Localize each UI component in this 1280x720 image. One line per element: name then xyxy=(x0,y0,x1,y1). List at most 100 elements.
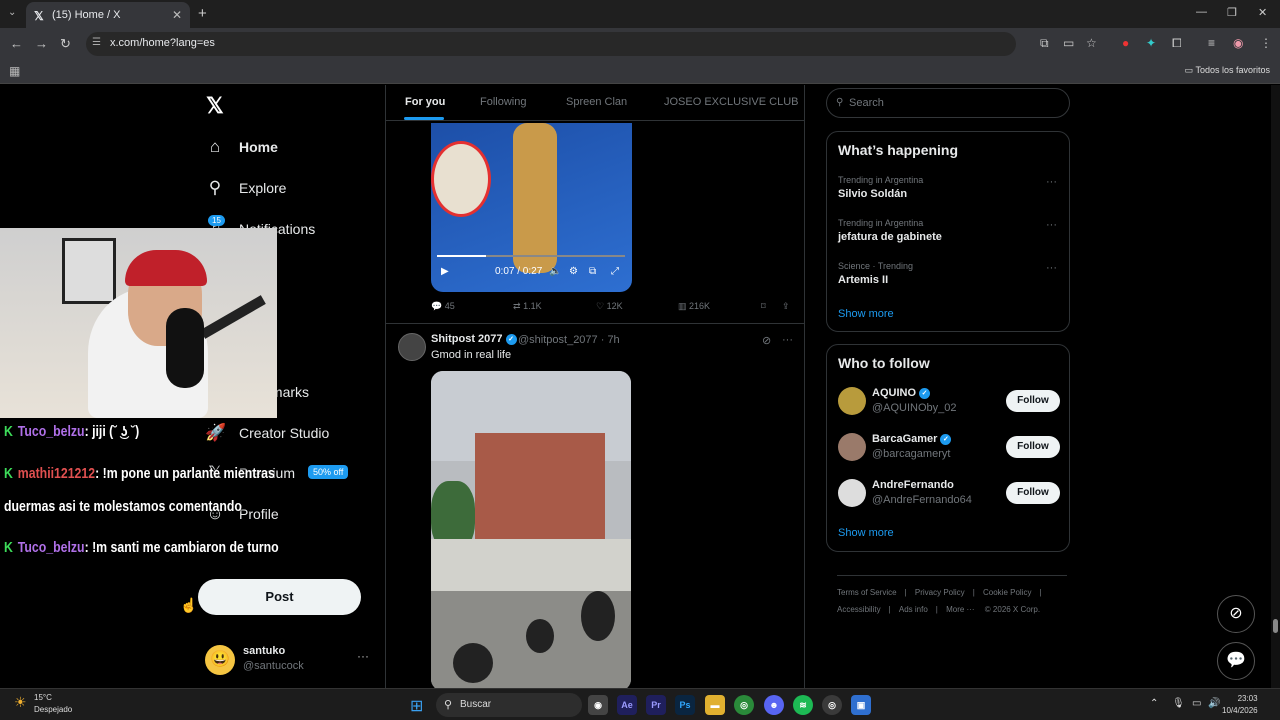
footer-link[interactable]: More ··· xyxy=(946,605,974,614)
tab-search-icon[interactable]: ⌄ xyxy=(8,7,16,18)
footer-link[interactable]: Ads info xyxy=(899,605,928,614)
video-player[interactable] xyxy=(431,371,631,688)
close-tab-icon[interactable]: ✕ xyxy=(172,8,182,22)
restore-icon[interactable]: ❐ xyxy=(1227,6,1237,19)
media-icon[interactable]: ≡ xyxy=(1208,36,1215,50)
pip-icon[interactable]: ⧉ xyxy=(589,266,596,277)
grok-icon[interactable]: ⊘ xyxy=(1217,595,1255,633)
post-author-name[interactable]: Shitpost 2077 ✓ xyxy=(431,333,517,345)
post-button[interactable]: Post xyxy=(198,579,361,615)
trend-title: Silvio Soldán xyxy=(838,188,908,200)
bookmark-icon[interactable]: ⌑ xyxy=(761,301,766,312)
search-input[interactable]: ⚲ Search xyxy=(826,88,1070,118)
browser-tab[interactable]: 𝕏 (15) Home / X ✕ xyxy=(26,2,190,28)
play-icon[interactable]: ▶ xyxy=(441,266,449,277)
trend-item[interactable]: Trending in Argentina Silvio Soldán xyxy=(838,175,923,200)
footer-link[interactable]: Accessibility xyxy=(837,605,881,614)
more-options-icon[interactable]: ··· xyxy=(1046,219,1057,231)
post-author-handle[interactable]: @shitpost_2077 · 7h xyxy=(518,334,620,346)
follow-suggestion[interactable]: AndreFernando @AndreFernando64 Follow xyxy=(838,477,1062,511)
follow-button[interactable]: Follow xyxy=(1006,482,1060,504)
more-options-icon[interactable]: ··· xyxy=(782,334,793,346)
windows-start-icon[interactable]: ⊞ xyxy=(410,696,423,716)
new-tab-icon[interactable]: + xyxy=(198,5,207,22)
tab-spreen-clan[interactable]: Spreen Clan xyxy=(566,96,627,108)
close-window-icon[interactable]: ✕ xyxy=(1258,6,1267,19)
app-icon[interactable]: ▣ xyxy=(851,695,871,715)
footer-link[interactable]: Cookie Policy xyxy=(983,588,1031,597)
forward-icon[interactable]: → xyxy=(35,36,48,51)
site-info-icon[interactable]: ☰ xyxy=(92,37,101,48)
page-scrollbar[interactable] xyxy=(1271,85,1280,688)
video-character xyxy=(513,123,557,273)
x-logo-icon[interactable]: 𝕏 xyxy=(206,93,224,119)
after-effects-icon[interactable]: Ae xyxy=(617,695,637,715)
reply-button[interactable]: 💬 45 xyxy=(431,301,455,312)
fullscreen-icon[interactable]: ⤢ xyxy=(611,266,619,277)
footer-link[interactable]: Terms of Service xyxy=(837,588,897,597)
heart-icon: ♡ xyxy=(596,301,605,311)
nav-explore[interactable]: ⚲ Explore xyxy=(205,178,287,198)
show-more-link[interactable]: Show more xyxy=(838,308,894,320)
taskbar-search[interactable]: ⚲ Buscar xyxy=(436,693,582,717)
show-more-link[interactable]: Show more xyxy=(838,527,894,539)
apps-grid-icon[interactable]: ▦ xyxy=(9,64,20,78)
all-bookmarks[interactable]: ▭ Todos los favoritos xyxy=(1185,65,1270,76)
premiere-icon[interactable]: Pr xyxy=(646,695,666,715)
extension-icon[interactable]: ● xyxy=(1122,36,1129,50)
more-options-icon[interactable]: ··· xyxy=(1046,262,1057,274)
video-progress-bar[interactable] xyxy=(437,255,625,257)
minimize-icon[interactable]: — xyxy=(1196,6,1207,18)
spotify-icon[interactable]: ≋ xyxy=(793,695,813,715)
settings-icon[interactable]: ⚙ xyxy=(569,266,578,277)
more-options-icon[interactable]: ··· xyxy=(1046,176,1057,188)
reload-icon[interactable]: ↻ xyxy=(60,36,71,52)
tab-for-you[interactable]: For you xyxy=(405,96,445,108)
volume-icon[interactable]: 🔊 xyxy=(1208,698,1220,709)
profile-avatar-icon[interactable]: ◉ xyxy=(1233,36,1243,50)
follow-button[interactable]: Follow xyxy=(1006,390,1060,412)
nav-home[interactable]: ⌂ Home xyxy=(205,137,278,157)
file-explorer-icon[interactable]: ▬ xyxy=(705,695,725,715)
translate-icon[interactable]: ⧉ xyxy=(1040,36,1049,51)
chrome-icon[interactable]: ◎ xyxy=(822,695,842,715)
messages-icon[interactable]: 💬 xyxy=(1217,642,1255,680)
extension-icon[interactable]: ✦ xyxy=(1146,36,1156,50)
more-options-icon[interactable]: ··· xyxy=(357,649,369,663)
clock[interactable]: 23:03 10/4/2026 xyxy=(1222,693,1258,717)
tab-following[interactable]: Following xyxy=(480,96,526,108)
scrollbar-thumb[interactable] xyxy=(1273,619,1278,633)
wall-poster xyxy=(62,238,116,304)
follow-button[interactable]: Follow xyxy=(1006,436,1060,458)
views-button[interactable]: ▥ 216K xyxy=(678,301,710,312)
cast-icon[interactable]: ▭ xyxy=(1063,36,1074,50)
nav-creator-studio[interactable]: 🚀 Creator Studio xyxy=(205,423,329,443)
footer-link[interactable]: Privacy Policy xyxy=(915,588,965,597)
network-icon[interactable]: ▭ xyxy=(1192,698,1201,709)
trend-context: Science · Trending xyxy=(838,261,914,271)
extensions-puzzle-icon[interactable]: ⧠ xyxy=(1172,36,1182,51)
follow-suggestion[interactable]: AQUINO ✓ @AQUINOby_02 Follow xyxy=(838,385,1062,419)
repost-button[interactable]: ⇄ 1.1K xyxy=(513,301,542,312)
tab-joseo-exclusive-club[interactable]: JOSEO EXCLUSIVE CLUB xyxy=(664,96,799,108)
account-switcher[interactable]: 😃 santuko @santucock ··· xyxy=(205,643,375,683)
menu-icon[interactable]: ⋮ xyxy=(1260,36,1272,50)
like-button[interactable]: ♡ 12K xyxy=(596,301,623,312)
share-icon[interactable]: ⇪ xyxy=(782,301,790,312)
microphone-icon[interactable]: 🎙 xyxy=(1172,698,1185,709)
trend-item[interactable]: Science · Trending Artemis II xyxy=(838,261,913,286)
avatar[interactable] xyxy=(398,333,426,361)
star-icon[interactable]: ☆ xyxy=(1086,36,1097,50)
video-player[interactable]: ▶ 0:07 / 0:27 🔈 ⚙ ⧉ ⤢ xyxy=(431,123,632,292)
url-field[interactable]: ☰ x.com/home?lang=es xyxy=(86,32,1016,56)
photoshop-icon[interactable]: Ps xyxy=(675,695,695,715)
tray-overflow-icon[interactable]: ⌃ xyxy=(1150,698,1158,709)
discord-icon[interactable]: ☻ xyxy=(764,695,784,715)
follow-suggestion[interactable]: BarcaGamer ✓ @barcagameryt Follow xyxy=(838,431,1062,465)
grok-icon[interactable]: ⊘ xyxy=(762,334,771,347)
obs-icon[interactable]: ◉ xyxy=(588,695,608,715)
chrome-icon[interactable]: ◎ xyxy=(734,695,754,715)
back-icon[interactable]: ← xyxy=(10,36,23,51)
trend-item[interactable]: Trending in Argentina jefatura de gabine… xyxy=(838,218,942,243)
volume-icon[interactable]: 🔈 xyxy=(549,266,561,277)
